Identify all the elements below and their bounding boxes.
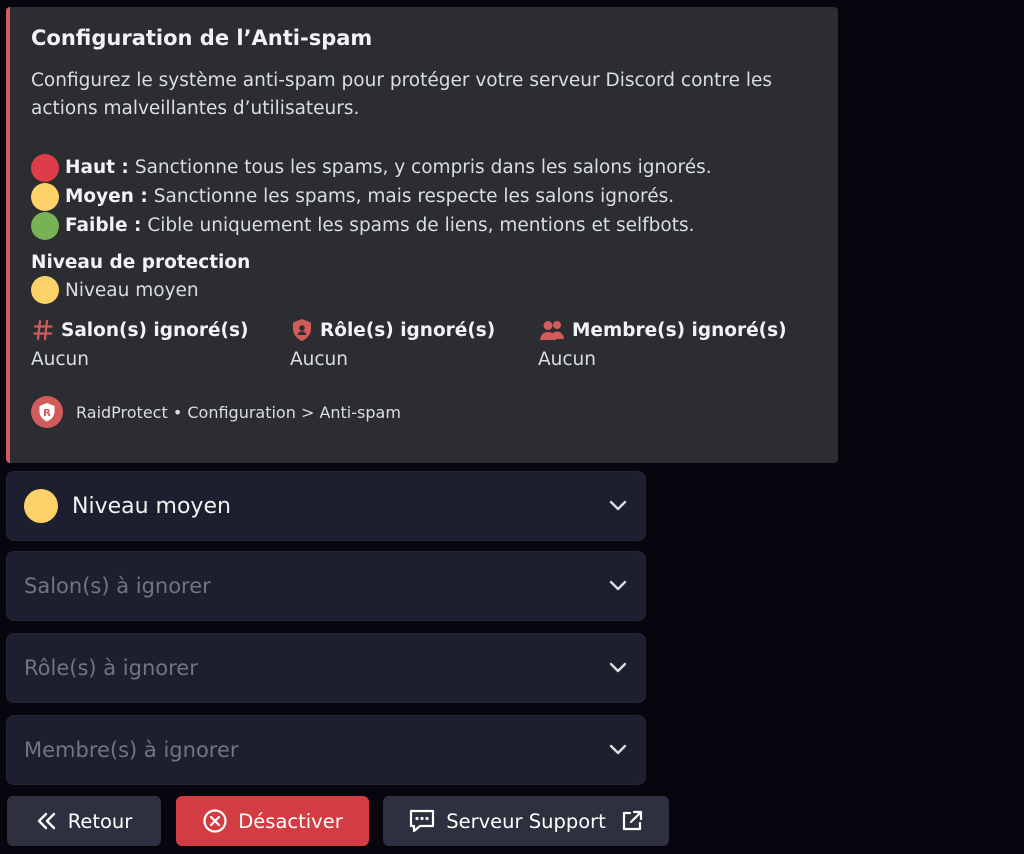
- yellow-circle-icon: [24, 489, 58, 523]
- ignored-channels-select[interactable]: Salon(s) à ignorer: [6, 551, 646, 621]
- embed-description: Configurez le système anti-spam pour pro…: [31, 70, 772, 119]
- protection-level-value: Niveau moyen: [65, 279, 199, 301]
- back-button-label: Retour: [67, 809, 133, 833]
- svg-text:R: R: [43, 408, 51, 419]
- ignored-members-select[interactable]: Membre(s) à ignorer: [6, 715, 646, 785]
- protection-level-field-name: Niveau de protection: [31, 252, 251, 273]
- ignored-roles-field: Rôle(s) ignoré(s) Aucun: [290, 318, 495, 370]
- chat-bubble-icon: [408, 808, 436, 834]
- disable-button-label: Désactiver: [238, 809, 343, 833]
- green-circle-icon: [31, 211, 59, 240]
- yellow-circle-icon: [31, 182, 59, 211]
- red-circle-icon: [31, 153, 59, 182]
- ignored-channels-field: Salon(s) ignoré(s) Aucun: [31, 318, 249, 371]
- raidprotect-logo: R: [31, 396, 63, 428]
- level-medium: Moyen : Sanctionne les spams, mais respe…: [31, 182, 818, 211]
- field-value: Aucun: [31, 349, 90, 370]
- level-text: Sanctionne tous les spams, y compris dan…: [134, 157, 712, 178]
- double-chevron-left-icon: [36, 811, 58, 831]
- chevron-down-icon: [609, 662, 627, 673]
- field-name: Membre(s) ignoré(s): [572, 319, 787, 341]
- protection-levels-list: Haut : Sanctionne tous les spams, y comp…: [31, 153, 818, 240]
- select-placeholder: Membre(s) à ignorer: [24, 738, 239, 762]
- select-placeholder: Salon(s) à ignorer: [24, 574, 211, 598]
- ignored-members-field: Membre(s) ignoré(s) Aucun: [538, 318, 787, 371]
- ignored-roles-select[interactable]: Rôle(s) à ignorer: [6, 633, 646, 703]
- chevron-down-icon: [609, 500, 627, 511]
- field-name: Salon(s) ignoré(s): [61, 319, 249, 341]
- embed-footer: R RaidProtect • Configuration > Anti-spa…: [31, 396, 818, 428]
- members-icon: [538, 318, 566, 342]
- footer-text: RaidProtect • Configuration > Anti-spam: [76, 402, 401, 422]
- disable-button[interactable]: Désactiver: [176, 796, 369, 846]
- level-name: Moyen :: [65, 186, 148, 207]
- back-button[interactable]: Retour: [7, 796, 161, 846]
- ignored-fields: Salon(s) ignoré(s) Aucun Rôle(s) ignoré(…: [31, 318, 818, 384]
- chevron-down-icon: [609, 580, 627, 591]
- level-high: Haut : Sanctionne tous les spams, y comp…: [31, 153, 818, 182]
- select-placeholder: Rôle(s) à ignorer: [24, 656, 198, 680]
- support-server-button[interactable]: Serveur Support: [383, 796, 669, 846]
- embed-title: Configuration de l’Anti-spam: [31, 26, 373, 50]
- circle-x-icon: [202, 808, 228, 834]
- selected-level: Niveau moyen: [72, 493, 231, 519]
- anti-spam-embed: Configuration de l’Anti-spam Configurez …: [6, 7, 838, 463]
- chevron-down-icon: [609, 744, 627, 755]
- shield-icon: [290, 318, 314, 342]
- field-name: Rôle(s) ignoré(s): [320, 319, 496, 341]
- yellow-circle-icon: [31, 276, 59, 304]
- protection-level-select[interactable]: Niveau moyen: [6, 471, 646, 541]
- level-name: Faible :: [65, 215, 142, 236]
- external-link-icon: [620, 809, 644, 833]
- field-value: Aucun: [290, 349, 349, 370]
- level-text: Sanctionne les spams, mais respecte les …: [153, 186, 675, 207]
- protection-level-field-value: Niveau moyen: [31, 276, 818, 304]
- hashtag-icon: [31, 318, 55, 342]
- level-name: Haut :: [65, 157, 129, 178]
- level-text: Cible uniquement les spams de liens, men…: [147, 215, 695, 236]
- support-button-label: Serveur Support: [446, 809, 606, 833]
- field-value: Aucun: [538, 349, 597, 370]
- level-low: Faible : Cible uniquement les spams de l…: [31, 211, 818, 240]
